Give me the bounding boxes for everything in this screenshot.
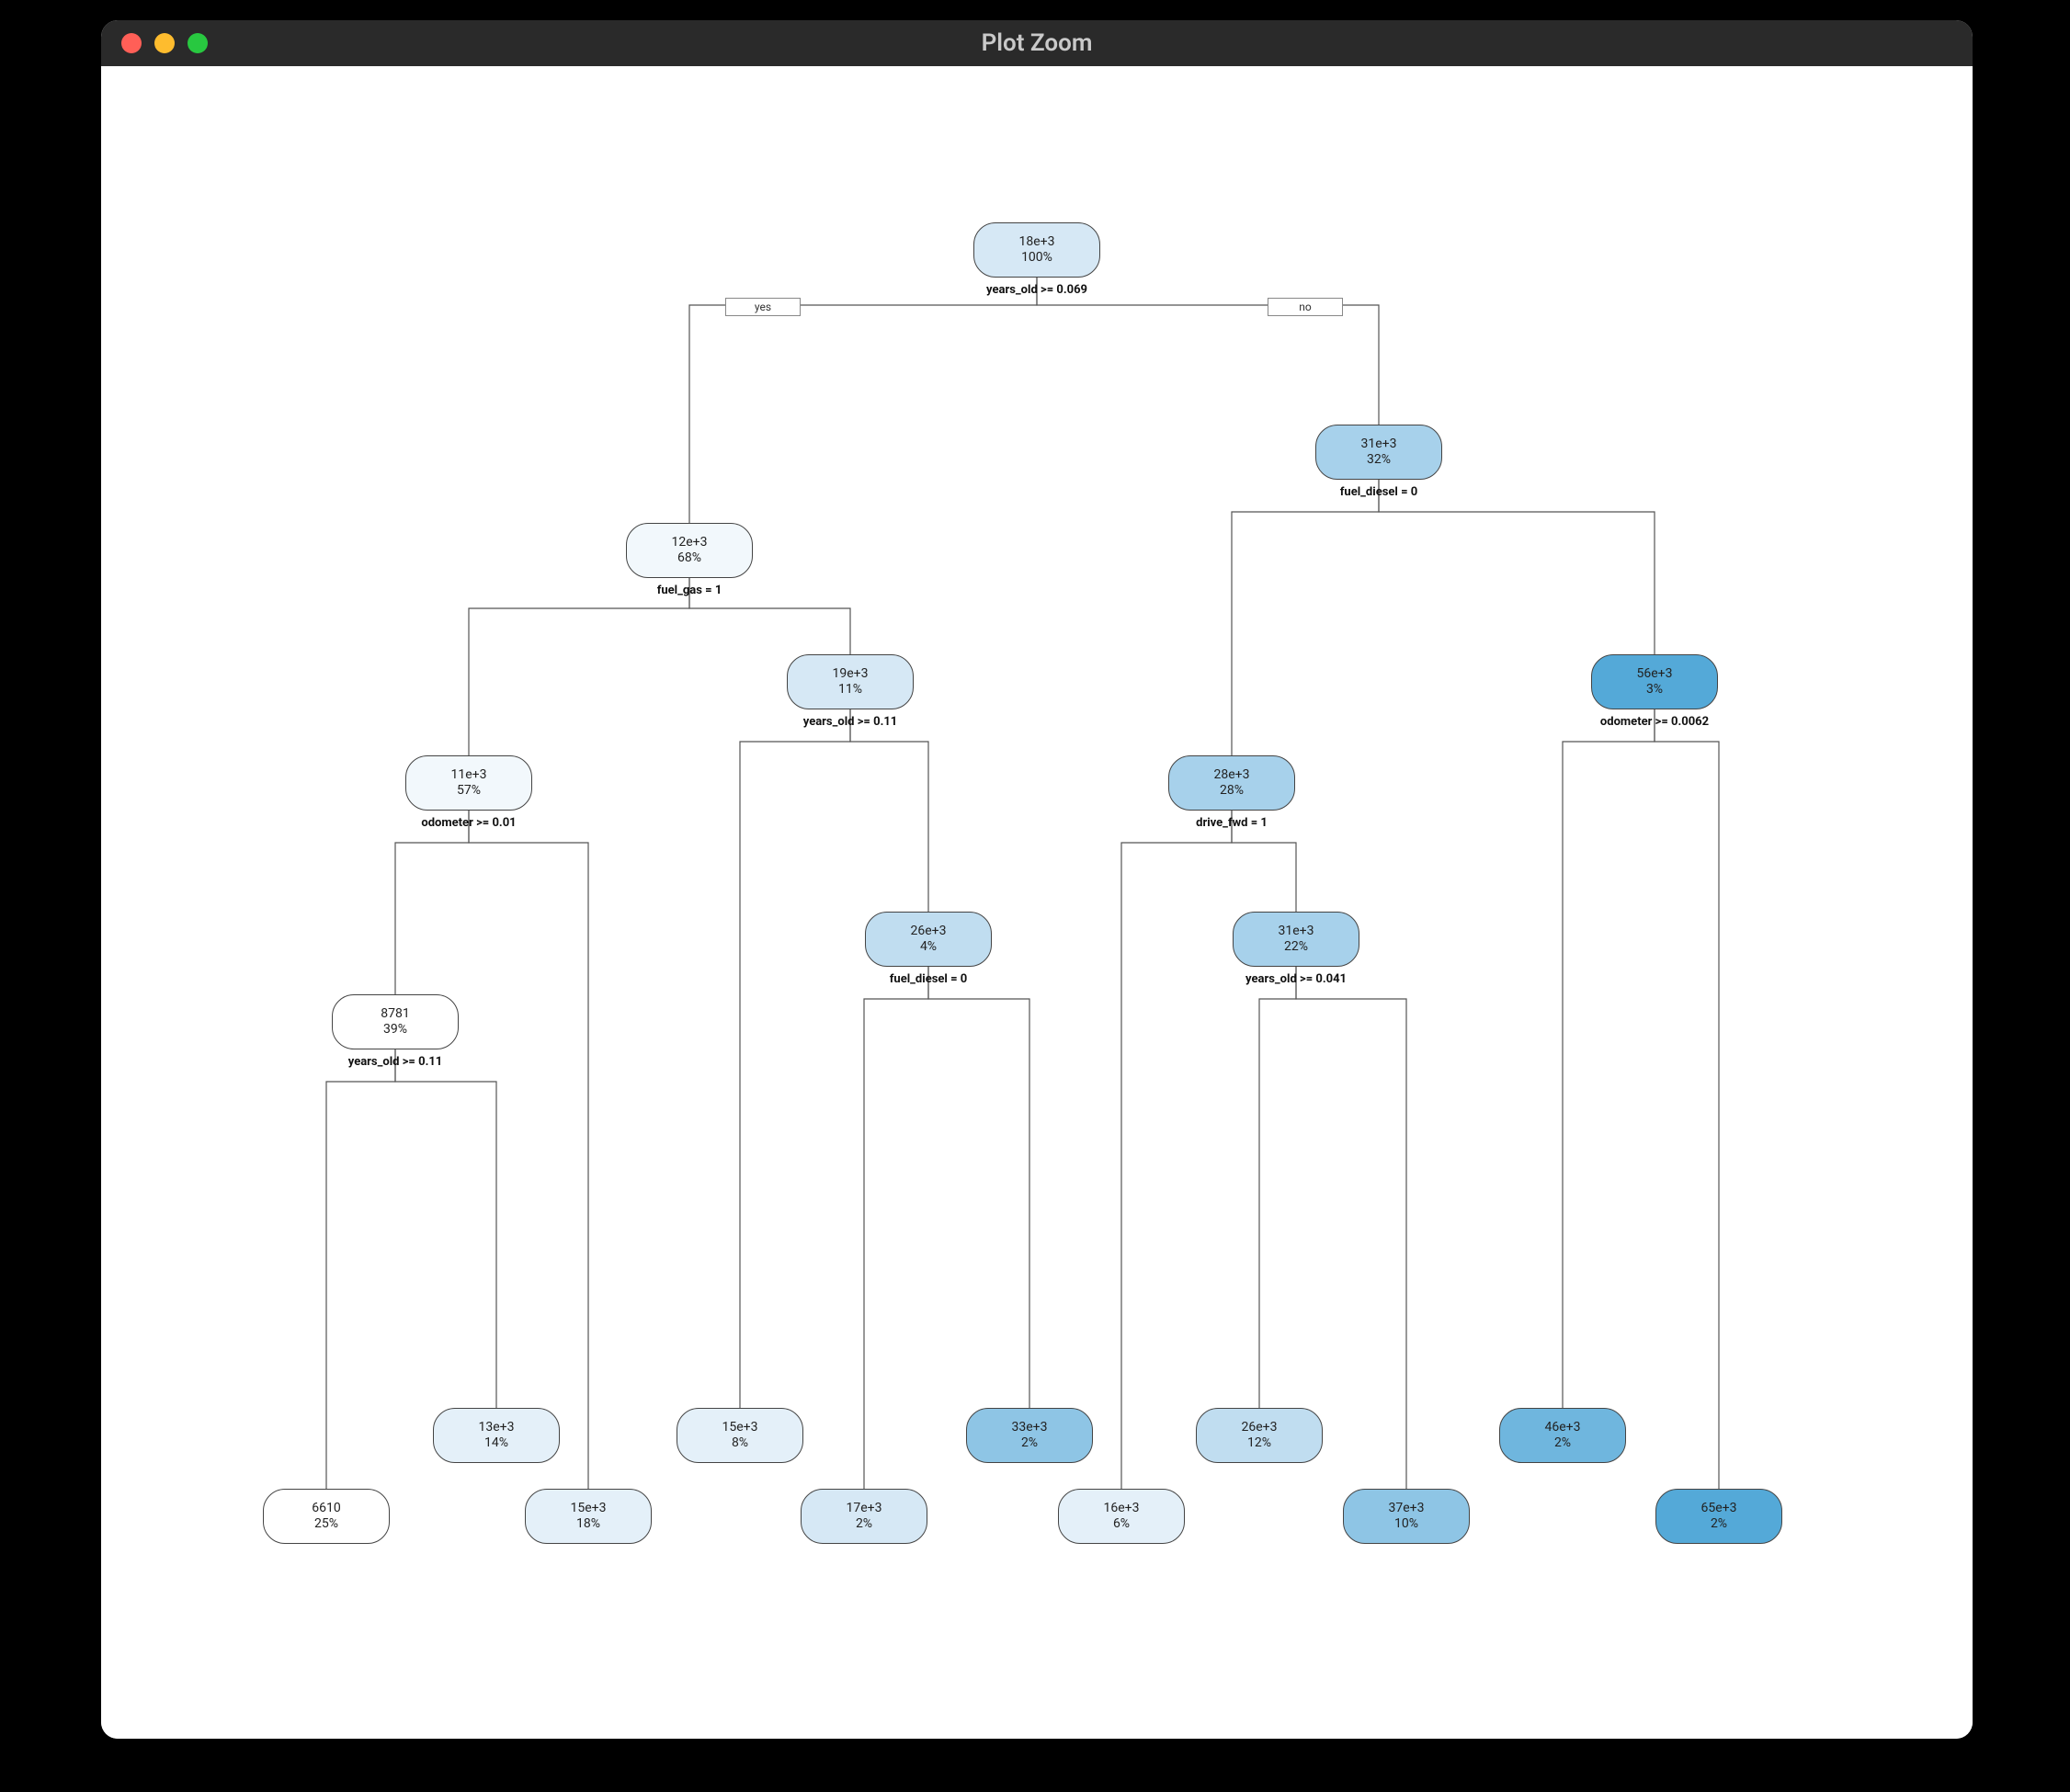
tree-node: 26e+3 4% bbox=[865, 912, 992, 967]
node-value: 19e+3 bbox=[833, 666, 869, 683]
node-pct: 18% bbox=[576, 1516, 600, 1533]
node-pct: 68% bbox=[677, 550, 701, 567]
split-label: fuel_gas = 1 bbox=[657, 584, 722, 597]
node-pct: 8% bbox=[732, 1435, 748, 1452]
split-label: years_old >= 0.11 bbox=[803, 715, 898, 729]
tree-leaf: 46e+3 2% bbox=[1499, 1408, 1626, 1463]
node-value: 31e+3 bbox=[1361, 437, 1397, 453]
node-value: 26e+3 bbox=[1242, 1420, 1278, 1436]
tree-leaf: 13e+3 14% bbox=[433, 1408, 560, 1463]
node-pct: 2% bbox=[1021, 1435, 1038, 1452]
branch-label-yes: yes bbox=[725, 298, 801, 316]
tree-leaf: 6610 25% bbox=[263, 1489, 390, 1544]
node-value: 6610 bbox=[312, 1501, 340, 1517]
node-value: 65e+3 bbox=[1701, 1501, 1737, 1517]
node-pct: 3% bbox=[1646, 682, 1663, 698]
branch-label-no: no bbox=[1268, 298, 1343, 316]
titlebar: Plot Zoom bbox=[101, 20, 1973, 66]
tree-leaf: 16e+3 6% bbox=[1058, 1489, 1185, 1544]
node-value: 56e+3 bbox=[1637, 666, 1673, 683]
node-pct: 11% bbox=[838, 682, 862, 698]
tree-node: 28e+3 28% bbox=[1168, 755, 1295, 811]
node-pct: 12% bbox=[1247, 1435, 1271, 1452]
node-pct: 4% bbox=[920, 939, 937, 956]
split-label: odometer >= 0.0062 bbox=[1600, 715, 1709, 729]
node-pct: 32% bbox=[1367, 452, 1391, 469]
node-pct: 6% bbox=[1113, 1516, 1130, 1533]
node-value: 15e+3 bbox=[571, 1501, 607, 1517]
node-value: 33e+3 bbox=[1012, 1420, 1048, 1436]
node-value: 46e+3 bbox=[1545, 1420, 1581, 1436]
split-label: years_old >= 0.11 bbox=[348, 1055, 443, 1069]
tree-leaf: 26e+3 12% bbox=[1196, 1408, 1323, 1463]
node-pct: 2% bbox=[1711, 1516, 1727, 1533]
tree-leaf: 15e+3 18% bbox=[525, 1489, 652, 1544]
tree-node-root: 18e+3 100% bbox=[973, 222, 1100, 278]
tree-node: 31e+3 22% bbox=[1233, 912, 1359, 967]
node-pct: 2% bbox=[1554, 1435, 1571, 1452]
node-pct: 22% bbox=[1284, 939, 1308, 956]
tree-node: 8781 39% bbox=[332, 994, 459, 1049]
tree-leaf: 65e+3 2% bbox=[1655, 1489, 1782, 1544]
tree-node: 11e+3 57% bbox=[405, 755, 532, 811]
zoom-icon[interactable] bbox=[188, 33, 208, 53]
plot-zoom-window: Plot Zoom bbox=[101, 20, 1973, 1739]
node-value: 15e+3 bbox=[722, 1420, 758, 1436]
node-pct: 10% bbox=[1394, 1516, 1418, 1533]
node-value: 28e+3 bbox=[1214, 767, 1250, 784]
split-label: fuel_diesel = 0 bbox=[1340, 485, 1417, 499]
tree-edges bbox=[101, 66, 1973, 1739]
node-pct: 2% bbox=[856, 1516, 872, 1533]
close-icon[interactable] bbox=[121, 33, 142, 53]
tree-node: 31e+3 32% bbox=[1315, 425, 1442, 480]
node-value: 16e+3 bbox=[1104, 1501, 1140, 1517]
node-pct: 14% bbox=[484, 1435, 508, 1452]
node-pct: 57% bbox=[457, 783, 481, 800]
node-pct: 25% bbox=[314, 1516, 338, 1533]
tree-leaf: 15e+3 8% bbox=[677, 1408, 803, 1463]
node-value: 26e+3 bbox=[911, 924, 947, 940]
node-value: 18e+3 bbox=[1019, 234, 1055, 251]
node-value: 12e+3 bbox=[672, 535, 708, 551]
node-value: 17e+3 bbox=[847, 1501, 882, 1517]
node-value: 8781 bbox=[381, 1006, 409, 1023]
split-label: odometer >= 0.01 bbox=[421, 816, 516, 830]
split-label: years_old >= 0.041 bbox=[1245, 972, 1347, 986]
node-value: 31e+3 bbox=[1279, 924, 1314, 940]
node-pct: 28% bbox=[1220, 783, 1244, 800]
node-value: 11e+3 bbox=[451, 767, 487, 784]
node-pct: 39% bbox=[383, 1022, 407, 1038]
tree-leaf: 37e+3 10% bbox=[1343, 1489, 1470, 1544]
plot-canvas: yes no 18e+3 100% years_old >= 0.069 12e… bbox=[101, 66, 1973, 1739]
window-title: Plot Zoom bbox=[101, 29, 1973, 57]
split-label: drive_fwd = 1 bbox=[1196, 816, 1268, 830]
traffic-lights bbox=[121, 33, 208, 53]
split-label: years_old >= 0.069 bbox=[986, 283, 1087, 297]
node-value: 13e+3 bbox=[479, 1420, 515, 1436]
tree-node: 12e+3 68% bbox=[626, 523, 753, 578]
tree-node: 19e+3 11% bbox=[787, 654, 914, 709]
node-value: 37e+3 bbox=[1389, 1501, 1425, 1517]
tree-node: 56e+3 3% bbox=[1591, 654, 1718, 709]
node-pct: 100% bbox=[1021, 250, 1052, 267]
tree-leaf: 33e+3 2% bbox=[966, 1408, 1093, 1463]
minimize-icon[interactable] bbox=[154, 33, 175, 53]
split-label: fuel_diesel = 0 bbox=[890, 972, 967, 986]
tree-leaf: 17e+3 2% bbox=[801, 1489, 927, 1544]
